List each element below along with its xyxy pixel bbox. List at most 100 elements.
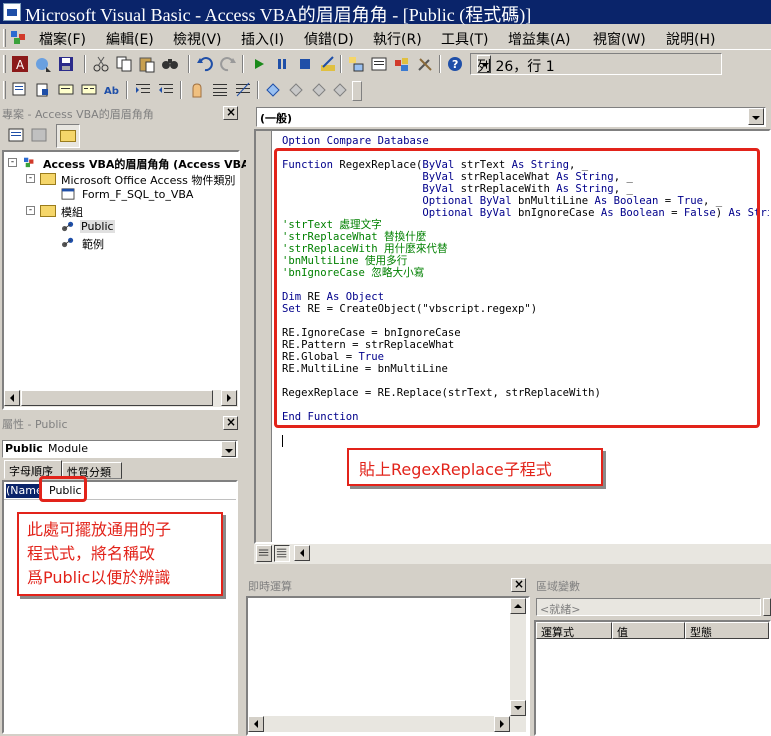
- tree-item-example-label: 範例: [82, 238, 104, 251]
- toolbar-options-dropdown[interactable]: [477, 55, 491, 73]
- help-icon[interactable]: ?: [446, 55, 464, 73]
- scroll-left-button[interactable]: [294, 545, 310, 561]
- outdent-icon[interactable]: [157, 81, 175, 99]
- procedure-combo-dropdown[interactable]: [748, 108, 764, 125]
- scroll-down-button[interactable]: [510, 700, 526, 716]
- edit-toolbar: Ab: [0, 78, 364, 102]
- paste-icon[interactable]: [138, 55, 156, 73]
- toggle-breakpoint-icon[interactable]: [188, 81, 206, 99]
- find-icon[interactable]: [161, 55, 179, 73]
- full-module-view-button[interactable]: [274, 545, 290, 562]
- quick-info-icon[interactable]: [57, 81, 75, 99]
- menu-tools[interactable]: 工具(T): [441, 29, 488, 49]
- procedure-combo[interactable]: (一般): [256, 107, 766, 127]
- toggle-bookmark-icon[interactable]: [264, 81, 282, 99]
- scroll-left-button[interactable]: [248, 716, 264, 732]
- scroll-up-button[interactable]: [510, 598, 526, 614]
- column-value-header[interactable]: 值: [612, 622, 685, 639]
- tree-group-objects[interactable]: - Microsoft Office Access 物件類別: [6, 171, 240, 187]
- copy-icon[interactable]: [115, 55, 133, 73]
- menu-addins[interactable]: 增益集(A): [508, 29, 571, 49]
- collapse-icon[interactable]: -: [26, 174, 35, 183]
- scroll-right-button[interactable]: [221, 390, 237, 406]
- immediate-vscroll[interactable]: [510, 598, 526, 716]
- tree-group-modules[interactable]: - 模組: [6, 203, 240, 219]
- code-hscroll[interactable]: [254, 544, 771, 564]
- toolbar-grip[interactable]: [3, 55, 6, 73]
- procedure-view-button[interactable]: [256, 545, 272, 562]
- menu-grip[interactable]: [3, 29, 6, 47]
- toolbar-separator: [242, 55, 244, 73]
- column-type-header[interactable]: 型態: [685, 622, 769, 639]
- object-selector-type: Module: [48, 442, 88, 455]
- collapse-icon[interactable]: -: [8, 158, 17, 167]
- locals-list[interactable]: 運算式 值 型態: [534, 620, 771, 736]
- vba-menu-icon[interactable]: [10, 29, 30, 46]
- immediate-pane-close-button[interactable]: ×: [511, 577, 526, 592]
- immediate-window[interactable]: [246, 596, 530, 736]
- project-tree-hscroll[interactable]: [4, 390, 238, 407]
- code-margin-indicator-bar[interactable]: [256, 131, 272, 542]
- save-icon[interactable]: [57, 55, 75, 73]
- cut-icon[interactable]: [92, 55, 110, 73]
- undo-icon[interactable]: [196, 55, 214, 73]
- properties-window-icon[interactable]: [370, 55, 388, 73]
- properties-pane-close-button[interactable]: ×: [223, 415, 238, 430]
- tree-item-public[interactable]: Public: [6, 219, 240, 235]
- scroll-right-button[interactable]: [494, 716, 510, 732]
- view-access-icon[interactable]: A: [11, 55, 29, 73]
- reset-icon[interactable]: [296, 55, 314, 73]
- object-browser-icon[interactable]: [393, 55, 411, 73]
- previous-bookmark-icon[interactable]: [310, 81, 328, 99]
- collapse-icon[interactable]: -: [26, 206, 35, 215]
- uncomment-block-icon[interactable]: [234, 81, 252, 99]
- break-icon[interactable]: [273, 55, 291, 73]
- comment-block-icon[interactable]: [211, 81, 229, 99]
- scroll-thumb[interactable]: [21, 390, 213, 406]
- call-stack-button[interactable]: [763, 598, 771, 616]
- run-icon[interactable]: [250, 55, 268, 73]
- toolbar-separator: [257, 81, 259, 99]
- list-properties-icon[interactable]: [11, 81, 29, 99]
- tree-project-root[interactable]: - Access VBA的眉眉角角 (Access VBA: [6, 155, 250, 171]
- menu-file[interactable]: 檔案(F): [39, 29, 86, 49]
- object-selector-dropdown[interactable]: [221, 441, 236, 457]
- project-pane-close-button[interactable]: ×: [223, 105, 238, 120]
- object-selector[interactable]: Public Module: [2, 440, 238, 458]
- name-highlight-box: [39, 476, 87, 502]
- full-module-view-icon: [276, 548, 287, 558]
- cursor-position-display: 列 26，行 1: [470, 53, 722, 75]
- code-line[interactable]: Option Compare Database: [282, 135, 429, 147]
- clear-bookmarks-icon[interactable]: [331, 81, 349, 99]
- insert-object-icon[interactable]: [34, 55, 52, 73]
- menu-help[interactable]: 說明(H): [666, 29, 715, 49]
- view-code-icon[interactable]: [7, 126, 25, 144]
- tree-item-example[interactable]: 範例: [6, 235, 240, 251]
- view-object-icon[interactable]: [30, 126, 48, 144]
- column-expression-header[interactable]: 運算式: [536, 622, 612, 639]
- immediate-hscroll[interactable]: [248, 716, 526, 732]
- menu-debug[interactable]: 偵錯(D): [304, 29, 354, 49]
- toggle-folders-button[interactable]: [56, 124, 80, 148]
- indent-icon[interactable]: [134, 81, 152, 99]
- toolbar-separator: [340, 55, 342, 73]
- redo-icon[interactable]: [219, 55, 237, 73]
- project-explorer-icon[interactable]: [347, 55, 365, 73]
- menu-insert[interactable]: 插入(I): [241, 29, 284, 49]
- menu-window[interactable]: 視窗(W): [593, 29, 646, 49]
- parameter-info-icon[interactable]: [80, 81, 98, 99]
- title-bar[interactable]: Microsoft Visual Basic - Access VBA的眉眉角角…: [0, 0, 771, 25]
- menu-edit[interactable]: 編輯(E): [106, 29, 154, 49]
- toolbar-grip[interactable]: [3, 81, 6, 99]
- menu-run[interactable]: 執行(R): [373, 29, 422, 49]
- menu-view[interactable]: 檢視(V): [173, 29, 222, 49]
- design-mode-icon[interactable]: [319, 55, 337, 73]
- list-constants-icon[interactable]: [34, 81, 52, 99]
- toolbox-icon[interactable]: [416, 55, 434, 73]
- toolbar-options-button[interactable]: [352, 81, 362, 101]
- next-bookmark-icon[interactable]: [287, 81, 305, 99]
- vba-app-icon: [3, 3, 21, 21]
- tree-item-form[interactable]: Form_F_SQL_to_VBA: [6, 187, 240, 203]
- scroll-left-button[interactable]: [4, 390, 20, 406]
- complete-word-icon[interactable]: Ab: [103, 81, 121, 99]
